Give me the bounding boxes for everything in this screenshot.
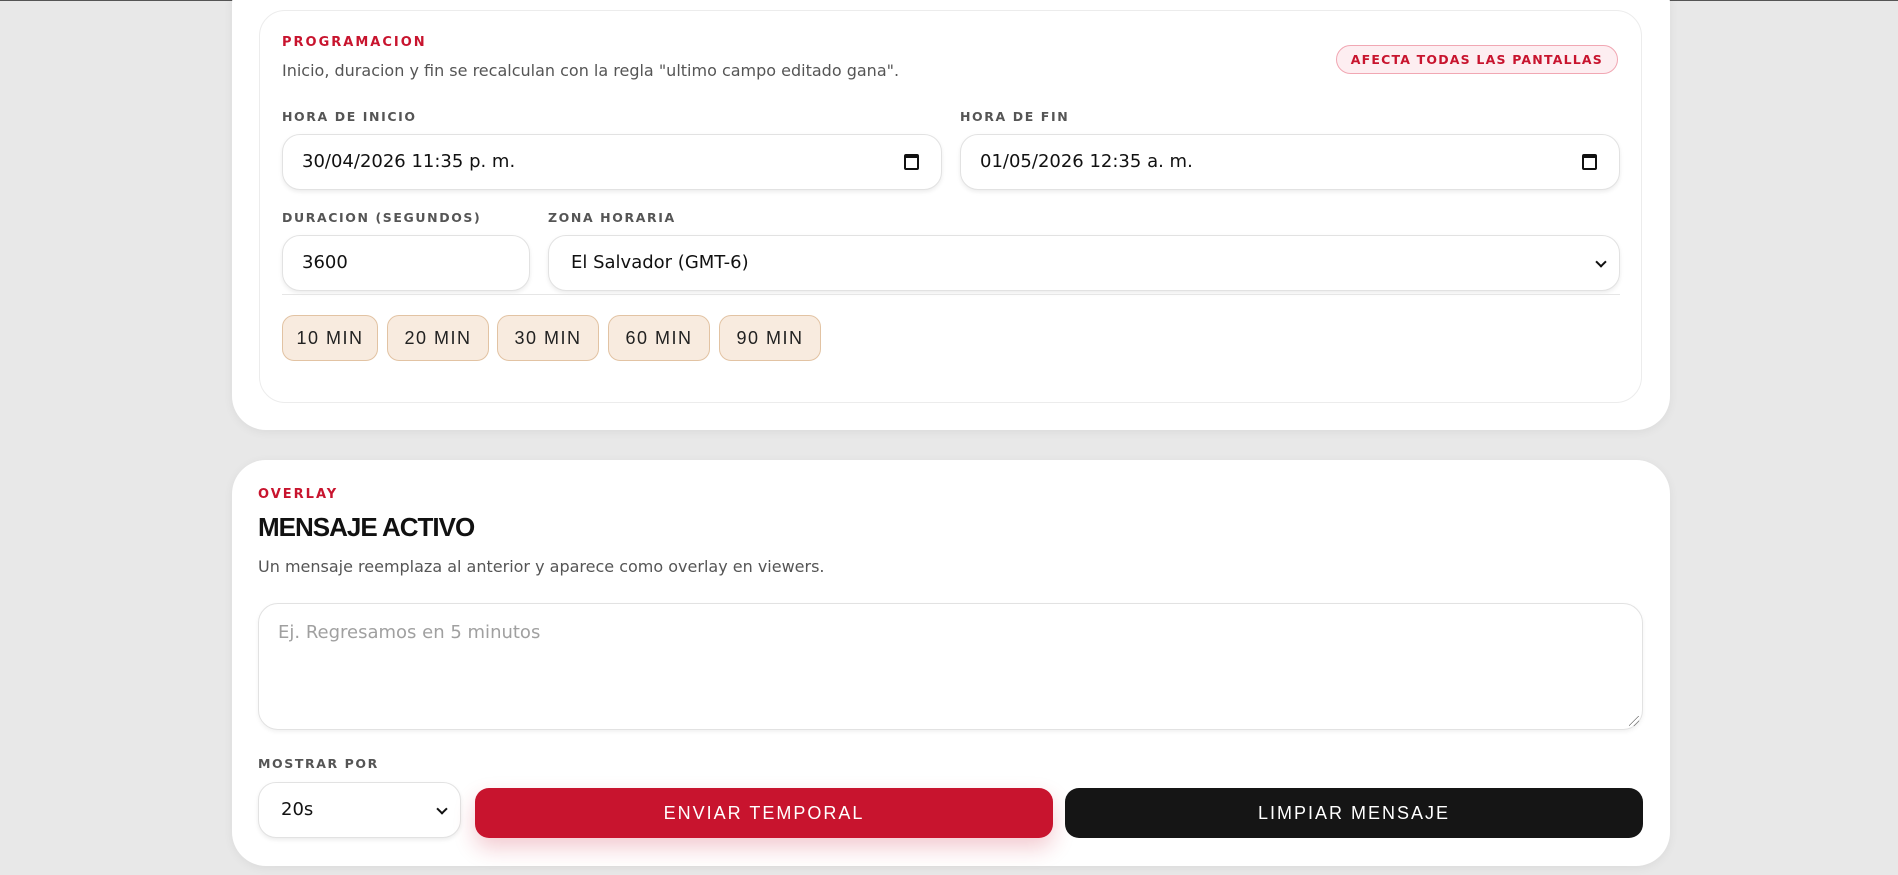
send-temporary-button[interactable]: ENVIAR TEMPORAL bbox=[475, 788, 1053, 838]
calendar-icon[interactable] bbox=[1582, 154, 1597, 170]
preset-10-min-button[interactable]: 10 MIN bbox=[282, 315, 378, 361]
clear-message-button[interactable]: LIMPIAR MENSAJE bbox=[1065, 788, 1643, 838]
scheduling-description: Inicio, duracion y fin se recalculan con… bbox=[282, 61, 900, 80]
end-time-label: HORA DE FIN bbox=[960, 109, 1070, 124]
message-placeholder: Ej. Regresamos en 5 minutos bbox=[278, 622, 541, 643]
show-for-value: 20s bbox=[281, 799, 314, 820]
calendar-icon[interactable] bbox=[904, 154, 919, 170]
message-textarea[interactable]: Ej. Regresamos en 5 minutos bbox=[258, 603, 1643, 730]
timezone-label: ZONA HORARIA bbox=[548, 210, 676, 225]
show-for-select[interactable]: 20s bbox=[258, 782, 461, 838]
show-for-label: MOSTRAR POR bbox=[258, 756, 379, 771]
scheduling-card: PROGRAMACION Inicio, duracion y fin se r… bbox=[232, 0, 1670, 430]
start-time-value: 30/04/2026 11:35 p. m. bbox=[302, 151, 516, 172]
overlay-card: OVERLAY MENSAJE ACTIVO Un mensaje reempl… bbox=[232, 460, 1670, 866]
scheduling-panel: PROGRAMACION Inicio, duracion y fin se r… bbox=[259, 10, 1642, 403]
start-time-label: HORA DE INICIO bbox=[282, 109, 417, 124]
end-time-input[interactable]: 01/05/2026 12:35 a. m. bbox=[960, 134, 1620, 190]
overlay-eyebrow: OVERLAY bbox=[258, 487, 339, 502]
resize-handle-icon[interactable] bbox=[1629, 716, 1639, 726]
chevron-down-icon bbox=[436, 803, 448, 815]
start-time-input[interactable]: 30/04/2026 11:35 p. m. bbox=[282, 134, 942, 190]
divider bbox=[282, 294, 1620, 295]
timezone-select[interactable]: El Salvador (GMT-6) bbox=[548, 235, 1620, 291]
end-time-value: 01/05/2026 12:35 a. m. bbox=[980, 151, 1193, 172]
duration-value: 3600 bbox=[302, 252, 348, 273]
overlay-title: MENSAJE ACTIVO bbox=[258, 512, 475, 542]
preset-30-min-button[interactable]: 30 MIN bbox=[497, 315, 599, 361]
preset-90-min-button[interactable]: 90 MIN bbox=[719, 315, 821, 361]
affects-all-screens-badge: AFECTA TODAS LAS PANTALLAS bbox=[1335, 45, 1618, 74]
scheduling-eyebrow: PROGRAMACION bbox=[282, 35, 427, 50]
duration-input[interactable]: 3600 bbox=[282, 235, 530, 291]
duration-label: DURACION (SEGUNDOS) bbox=[282, 210, 482, 225]
preset-60-min-button[interactable]: 60 MIN bbox=[608, 315, 710, 361]
overlay-description: Un mensaje reemplaza al anterior y apare… bbox=[258, 557, 825, 576]
timezone-value: El Salvador (GMT-6) bbox=[571, 252, 749, 273]
chevron-down-icon bbox=[1595, 256, 1607, 268]
preset-20-min-button[interactable]: 20 MIN bbox=[387, 315, 489, 361]
